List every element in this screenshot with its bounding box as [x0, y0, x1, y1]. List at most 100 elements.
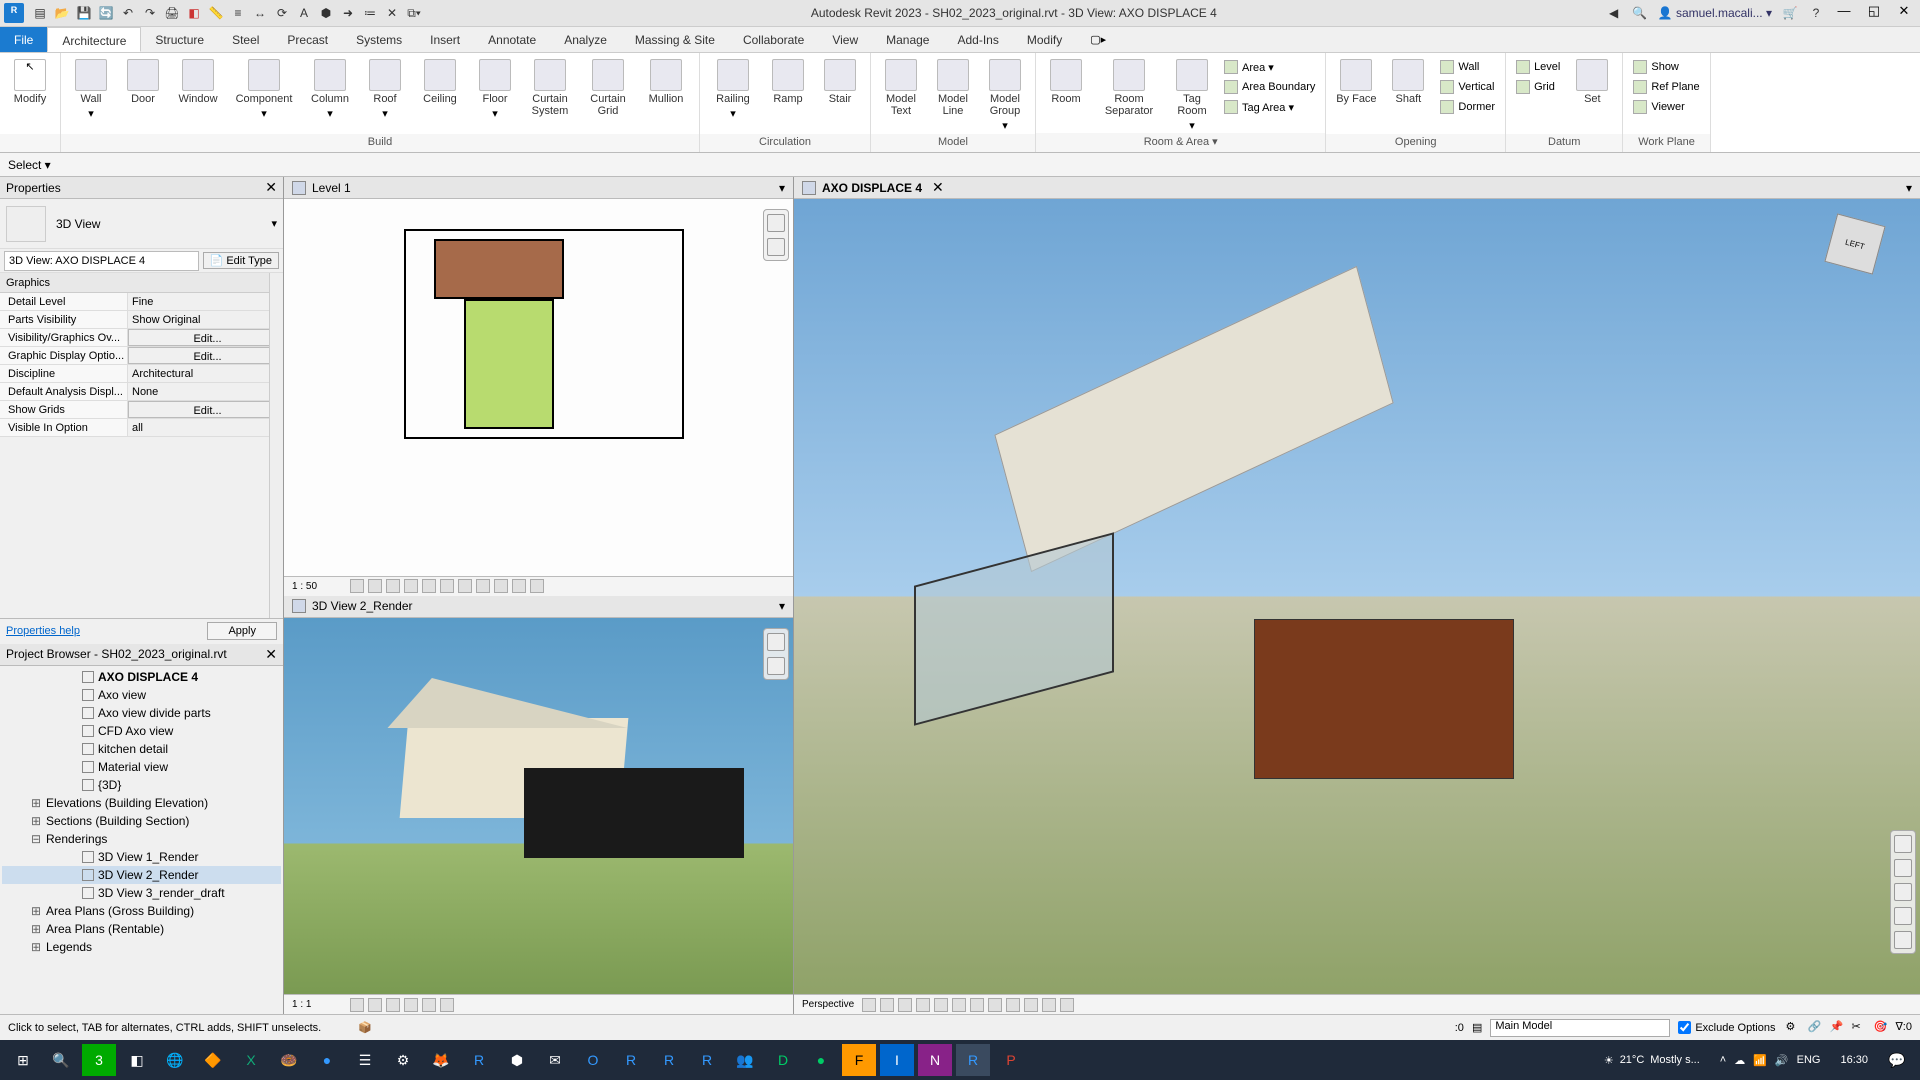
qat-sync-icon[interactable]: 🔄	[98, 5, 114, 21]
onenote-icon[interactable]: N	[918, 1044, 952, 1076]
tree-item[interactable]: ⊞Legends	[2, 938, 281, 956]
properties-close-icon[interactable]: ✕	[265, 179, 277, 196]
outlook-icon[interactable]: O	[576, 1044, 610, 1076]
status-icon[interactable]: 🎯	[1873, 1020, 1889, 1036]
property-value[interactable]: Fine	[128, 293, 283, 310]
qat-home-icon[interactable]: ▤	[32, 5, 48, 21]
tree-item[interactable]: ⊞Area Plans (Rentable)	[2, 920, 281, 938]
axo-view-tab[interactable]: AXO DISPLACE 4 ✕ ▾	[794, 177, 1920, 199]
whatsapp-icon[interactable]: ●	[804, 1044, 838, 1076]
property-row[interactable]: DisciplineArchitectural	[0, 365, 283, 383]
restore-button[interactable]: ◱	[1864, 3, 1884, 23]
teams-icon[interactable]: 👥	[728, 1044, 762, 1076]
vb-icon[interactable]	[494, 579, 508, 593]
vb-icon[interactable]	[880, 998, 894, 1012]
level-button[interactable]: Level	[1512, 59, 1564, 75]
plan-viewport[interactable]	[284, 199, 793, 576]
tree-item[interactable]: ⊟Renderings	[2, 830, 281, 848]
property-row[interactable]: Show GridsEdit...	[0, 401, 283, 419]
zoom-icon[interactable]	[767, 214, 785, 232]
status-icon[interactable]: ✂	[1851, 1020, 1867, 1036]
by-face-button[interactable]: By Face	[1332, 57, 1380, 105]
notifications-icon[interactable]: 💬	[1880, 1044, 1914, 1076]
tree-item[interactable]: ⊞Elevations (Building Elevation)	[2, 794, 281, 812]
opening-wall-button[interactable]: Wall	[1436, 59, 1499, 75]
task-icon[interactable]: ☰	[348, 1044, 382, 1076]
qat-text-icon[interactable]: A	[296, 5, 312, 21]
view-cube[interactable]: LEFT	[1830, 219, 1900, 289]
status-icon[interactable]: 🔗	[1807, 1020, 1823, 1036]
cart-icon[interactable]: 🛒	[1782, 5, 1798, 21]
status-icon[interactable]: ⚙	[1785, 1020, 1801, 1036]
door-button[interactable]: Door	[119, 57, 167, 105]
opening-vertical-button[interactable]: Vertical	[1436, 79, 1499, 95]
viewer-button[interactable]: Viewer	[1629, 99, 1703, 115]
qat-section-icon[interactable]: ➜	[340, 5, 356, 21]
show-button[interactable]: Show	[1629, 59, 1703, 75]
task-icon[interactable]: I	[880, 1044, 914, 1076]
vb-icon[interactable]	[422, 998, 436, 1012]
project-browser-tree[interactable]: AXO DISPLACE 4Axo viewAxo view divide pa…	[0, 666, 283, 1015]
task-icon[interactable]: ⚙	[386, 1044, 420, 1076]
look-icon[interactable]	[1894, 931, 1912, 949]
render-viewport[interactable]	[284, 618, 793, 995]
axo-nav-bar[interactable]	[1890, 830, 1916, 954]
property-value[interactable]: Edit...	[128, 401, 283, 418]
model-icon[interactable]: ▤	[1472, 1021, 1482, 1034]
property-row[interactable]: Visible In Optionall	[0, 419, 283, 437]
vb-icon[interactable]	[1060, 998, 1074, 1012]
vb-icon[interactable]	[404, 998, 418, 1012]
instance-selector[interactable]: 3D View: AXO DISPLACE 4	[4, 251, 199, 271]
tab-analyze[interactable]: Analyze	[550, 27, 621, 52]
tab-architecture[interactable]: Architecture	[47, 27, 141, 52]
model-group-button[interactable]: Model Group▾	[981, 57, 1029, 132]
cloud-icon[interactable]: ☁	[1734, 1054, 1745, 1067]
vb-icon[interactable]	[368, 579, 382, 593]
plan-tab-dropdown-icon[interactable]: ▾	[779, 181, 785, 195]
room-button[interactable]: Room	[1042, 57, 1090, 105]
browser-close-icon[interactable]: ✕	[265, 646, 277, 663]
chevron-up-icon[interactable]: ˄	[1720, 1054, 1726, 1066]
task-icon[interactable]: 🍩	[272, 1044, 306, 1076]
task-icon[interactable]: F	[842, 1044, 876, 1076]
vb-icon[interactable]	[898, 998, 912, 1012]
tree-item[interactable]: {3D}	[2, 776, 281, 794]
qat-tag-icon[interactable]: ⟳	[274, 5, 290, 21]
back-icon[interactable]: ◀	[1606, 5, 1622, 21]
powerpoint-icon[interactable]: P	[994, 1044, 1028, 1076]
mullion-button[interactable]: Mullion	[639, 57, 693, 105]
language-indicator[interactable]: ENG	[1797, 1054, 1821, 1066]
modify-button[interactable]: ↖ Modify	[6, 57, 54, 105]
tree-item[interactable]: Axo view divide parts	[2, 704, 281, 722]
tab-steel[interactable]: Steel	[218, 27, 273, 52]
tree-item[interactable]: 3D View 1_Render	[2, 848, 281, 866]
axo-tab-close-icon[interactable]: ✕	[932, 179, 944, 196]
pan-icon[interactable]	[767, 238, 785, 256]
stair-button[interactable]: Stair	[816, 57, 864, 105]
qat-undo-icon[interactable]: ↶	[120, 5, 136, 21]
expand-icon[interactable]: ⊞	[30, 939, 42, 955]
vb-icon[interactable]	[440, 998, 454, 1012]
vb-icon[interactable]	[386, 998, 400, 1012]
tab-massing-site[interactable]: Massing & Site	[621, 27, 729, 52]
task-icon[interactable]: ⬢	[500, 1044, 534, 1076]
qat-redo-icon[interactable]: ↷	[142, 5, 158, 21]
expand-icon[interactable]: ⊞	[30, 921, 42, 937]
qat-switch-icon[interactable]: ⧉▾	[406, 5, 422, 21]
qat-dimension-icon[interactable]: ↔	[252, 5, 268, 21]
vb-icon[interactable]	[368, 998, 382, 1012]
search-icon[interactable]: 🔍	[1632, 5, 1648, 21]
tree-item[interactable]: ⊞Sections (Building Section)	[2, 812, 281, 830]
vb-icon[interactable]	[386, 579, 400, 593]
tab-annotate[interactable]: Annotate	[474, 27, 550, 52]
firefox-icon[interactable]: 🦊	[424, 1044, 458, 1076]
vb-icon[interactable]	[1024, 998, 1038, 1012]
revit-icon[interactable]: R	[462, 1044, 496, 1076]
tab-systems[interactable]: Systems	[342, 27, 416, 52]
weather-widget[interactable]: ☀ 21°C Mostly s...	[1596, 1054, 1708, 1067]
vb-icon[interactable]	[476, 579, 490, 593]
component-button[interactable]: Component▾	[229, 57, 299, 120]
vlc-icon[interactable]: 🔶	[196, 1044, 230, 1076]
workset-icon[interactable]: 📦	[358, 1021, 372, 1034]
apply-button[interactable]: Apply	[207, 622, 277, 640]
